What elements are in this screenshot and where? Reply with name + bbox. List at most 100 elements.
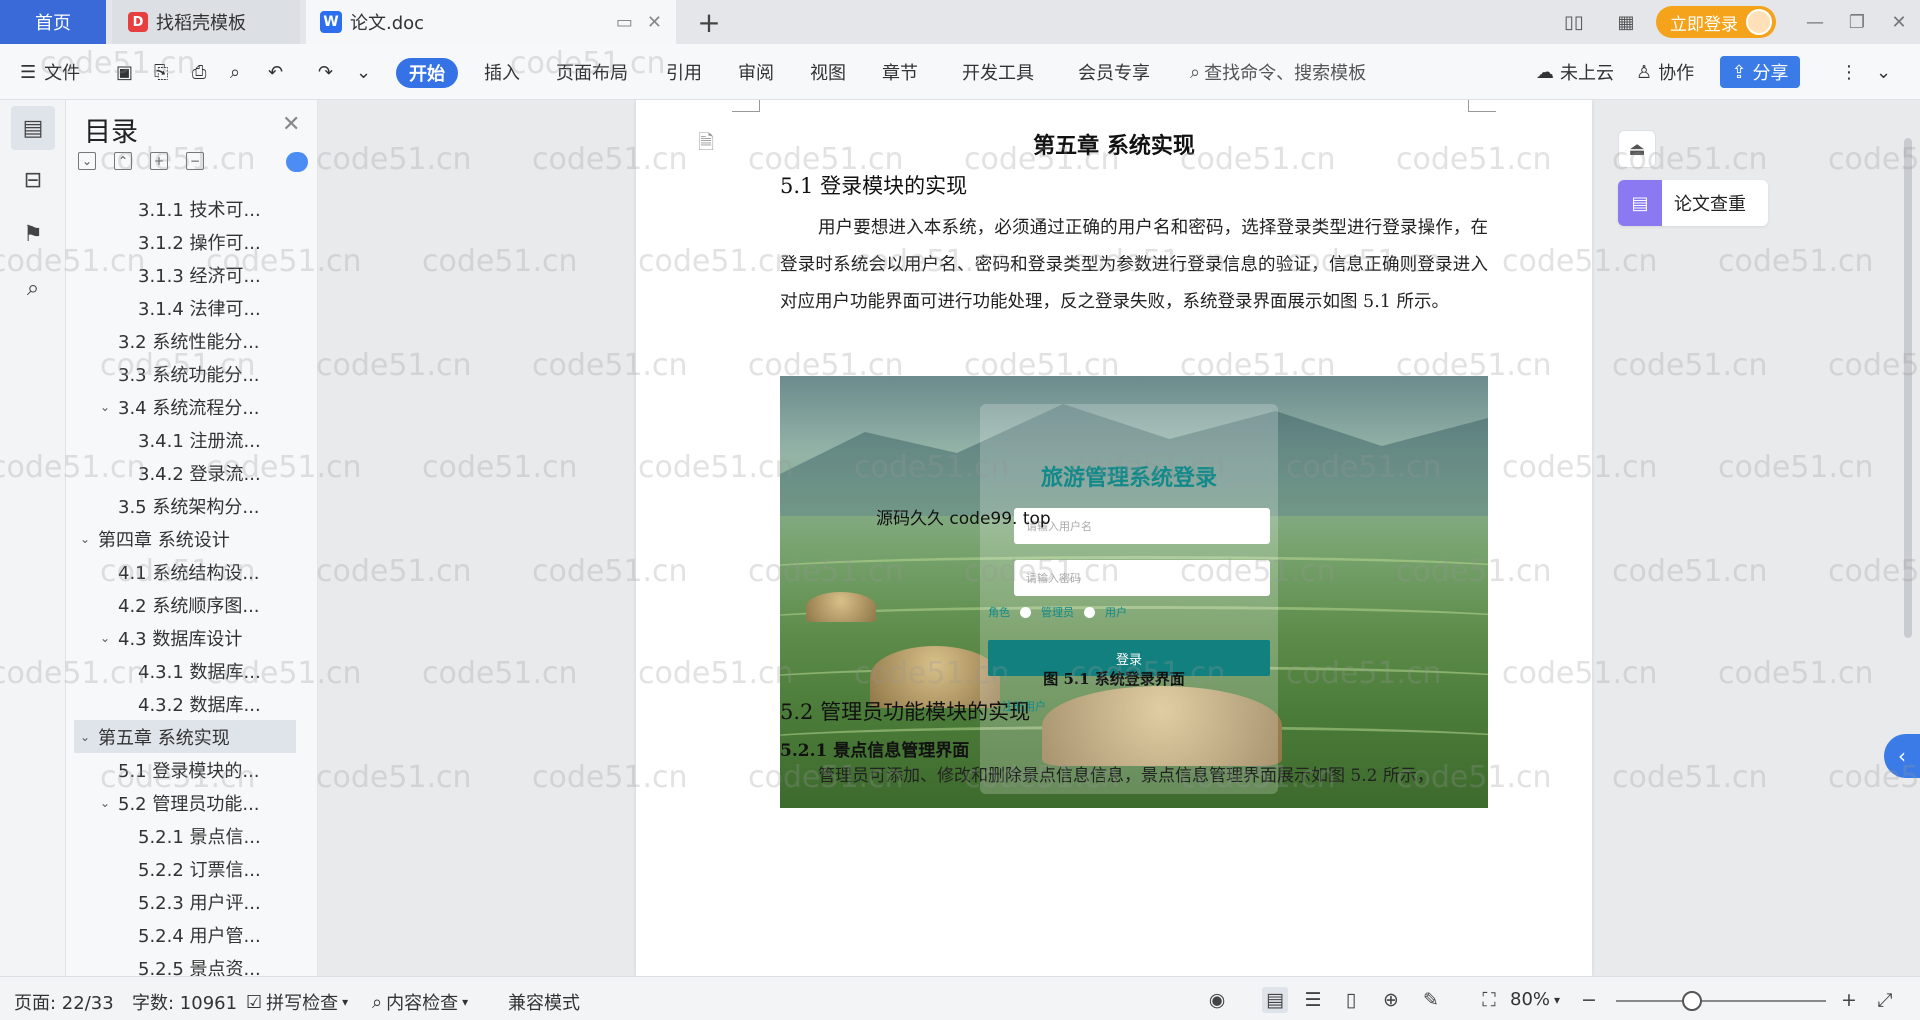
toc-item[interactable]: 5.2.4 用户管... xyxy=(74,918,296,951)
close-window-icon[interactable]: ✕ xyxy=(1884,8,1914,36)
monitor-icon[interactable]: ▭ xyxy=(616,12,633,33)
restore-icon[interactable]: ❐ xyxy=(1842,8,1872,36)
share-button[interactable]: ⇪ 分享 xyxy=(1720,56,1800,88)
zoom-level[interactable]: 80% ▾ xyxy=(1510,989,1560,1010)
menu-view[interactable]: 视图 xyxy=(810,58,846,86)
minimize-icon[interactable]: — xyxy=(1800,8,1830,36)
more-dropdown-icon[interactable]: ⌄ xyxy=(356,58,371,86)
cloud-status[interactable]: ☁ 未上云 xyxy=(1536,58,1614,86)
menu-start[interactable]: 开始 xyxy=(396,58,458,88)
word-count[interactable]: 字数: 10961 xyxy=(132,989,237,1015)
reading-view-icon[interactable]: ▯ xyxy=(1338,987,1364,1013)
export-icon[interactable]: ⎘ xyxy=(154,58,168,86)
menu-page-layout[interactable]: 页面布局 xyxy=(556,58,628,86)
plagiarism-check-button[interactable]: ▤ 论文查重 xyxy=(1618,180,1768,226)
collapse-up-icon[interactable]: ⌃ xyxy=(114,152,132,170)
close-tab-icon[interactable]: ✕ xyxy=(647,12,662,33)
zoom-out-icon[interactable]: − xyxy=(1576,987,1602,1013)
page-indicator[interactable]: 页面: 22/33 xyxy=(14,989,114,1015)
menu-insert[interactable]: 插入 xyxy=(484,58,520,86)
toc-item[interactable]: 3.5 系统架构分... xyxy=(74,489,296,522)
tab-home[interactable]: 首页 xyxy=(0,0,106,44)
toc-item[interactable]: 3.4.2 登录流... xyxy=(74,456,296,489)
toc-item[interactable]: 3.2 系统性能分... xyxy=(74,324,296,357)
more-options-icon[interactable]: ⋮ xyxy=(1840,58,1858,86)
eye-protect-icon[interactable]: ◉ xyxy=(1204,987,1230,1013)
toc-panel-icon[interactable]: ▤ xyxy=(11,106,55,150)
toc-item[interactable]: 3.3 系统功能分... xyxy=(74,357,296,390)
toc-item[interactable]: 3.1.4 法律可... xyxy=(74,291,296,324)
toc-item[interactable]: ⌄ 4.3 数据库设计 xyxy=(74,621,296,654)
chevron-down-icon[interactable]: ⌄ xyxy=(80,532,90,546)
toc-item[interactable]: 4.1 系统结构设... xyxy=(74,555,296,588)
toc-item[interactable]: 5.1 登录模块的... xyxy=(74,753,296,786)
menu-review[interactable]: 审阅 xyxy=(738,58,774,86)
ai-assistant-icon[interactable] xyxy=(286,152,308,172)
toc-item[interactable]: 4.2 系统顺序图... xyxy=(74,588,296,621)
login-label: 立即登录 xyxy=(1670,14,1738,35)
save-icon[interactable]: ▣ xyxy=(116,58,133,86)
collab-button[interactable]: ♙ 协作 xyxy=(1636,58,1694,86)
zoom-slider[interactable] xyxy=(1616,1000,1826,1002)
zoom-slider-handle[interactable] xyxy=(1682,991,1702,1011)
preview-icon[interactable]: ⌕ xyxy=(230,58,240,86)
toc-item[interactable]: 5.2.1 景点信... xyxy=(74,819,296,852)
remove-level-icon[interactable]: − xyxy=(186,152,204,170)
content-check-button[interactable]: ⌕ 内容检查 ▾ xyxy=(372,989,468,1015)
tab-template[interactable]: D 找稻壳模板 xyxy=(112,0,300,44)
chevron-down-icon[interactable]: ⌄ xyxy=(100,400,110,414)
undo-icon[interactable]: ↶ xyxy=(268,58,283,86)
toc-item-label: 3.1.2 操作可... xyxy=(138,232,261,254)
chevron-down-icon[interactable]: ⌄ xyxy=(100,631,110,645)
find-icon[interactable]: ⌕ xyxy=(11,266,55,310)
grid-apps-icon[interactable]: ▦ xyxy=(1612,8,1640,36)
toc-item[interactable]: 4.3.2 数据库... xyxy=(74,687,296,720)
toc-item[interactable]: 3.1.1 技术可... xyxy=(74,192,296,225)
side-expand-tab[interactable]: ‹ xyxy=(1884,734,1920,778)
toc-item[interactable]: 3.1.3 经济可... xyxy=(74,258,296,291)
toc-item[interactable]: 5.2.2 订票信... xyxy=(74,852,296,885)
page-view-icon[interactable]: ▤ xyxy=(1262,987,1288,1013)
vertical-scrollbar[interactable] xyxy=(1904,138,1912,638)
toc-item[interactable]: 3.4.1 注册流... xyxy=(74,423,296,456)
toc-item[interactable]: 4.3.1 数据库... xyxy=(74,654,296,687)
document-page[interactable]: 🗎 第五章 系统实现 5.1 登录模块的实现 用户要想进入本系统，必须通过正确的… xyxy=(636,100,1592,976)
outline-view-icon[interactable]: ☰ xyxy=(1300,987,1326,1013)
title-bar: 首页 D 找稻壳模板 W 论文.doc ▭ ✕ + ▯▯ ▦ 立即登录 — ❐ … xyxy=(0,0,1920,44)
straw-hat-image xyxy=(806,592,876,622)
login-button[interactable]: 立即登录 xyxy=(1656,6,1776,38)
command-search[interactable]: ⌕ 查找命令、搜索模板 xyxy=(1190,58,1366,86)
menu-references[interactable]: 引用 xyxy=(666,58,702,86)
pen-icon[interactable]: ✎ xyxy=(1418,987,1444,1013)
spell-check-button[interactable]: ☑ 拼写检查 ▾ xyxy=(246,989,348,1015)
bookmark-icon[interactable]: ⚑ xyxy=(11,212,55,256)
chevron-down-icon[interactable]: ⌄ xyxy=(80,730,90,744)
toc-item[interactable]: 5.2.3 用户评... xyxy=(74,885,296,918)
toc-item[interactable]: ⌄ 第四章 系统设计 xyxy=(74,522,296,555)
panel-collapse-button[interactable]: ⏏ xyxy=(1618,130,1656,168)
chevron-down-icon[interactable]: ⌄ xyxy=(100,796,110,810)
toc-item[interactable]: ⌄ 第五章 系统实现 xyxy=(74,720,296,753)
layout-icon[interactable]: ▯▯ xyxy=(1560,8,1588,36)
menu-member[interactable]: 会员专享 xyxy=(1078,58,1150,86)
add-level-icon[interactable]: + xyxy=(150,152,168,170)
toc-item[interactable]: ⌄ 5.2 管理员功能... xyxy=(74,786,296,819)
toc-item[interactable]: 3.1.2 操作可... xyxy=(74,225,296,258)
toc-item[interactable]: ⌄ 3.4 系统流程分... xyxy=(74,390,296,423)
web-view-icon[interactable]: ⊕ xyxy=(1378,987,1404,1013)
redo-icon[interactable]: ↷ xyxy=(318,58,333,86)
menu-chapter[interactable]: 章节 xyxy=(882,58,918,86)
expand-down-icon[interactable]: ⌄ xyxy=(78,152,96,170)
tab-document[interactable]: W 论文.doc ▭ ✕ xyxy=(306,0,676,44)
fullscreen-icon[interactable]: ⤢ xyxy=(1872,987,1898,1013)
menu-developer[interactable]: 开发工具 xyxy=(962,58,1034,86)
zoom-in-icon[interactable]: + xyxy=(1836,987,1862,1013)
print-icon[interactable]: ⎙ xyxy=(192,58,206,86)
collapse-ribbon-icon[interactable]: ⌄ xyxy=(1876,58,1891,86)
nav-panel-icon[interactable]: ⊟ xyxy=(11,158,55,202)
new-tab-button[interactable]: + xyxy=(694,0,724,44)
file-menu[interactable]: ☰ 文件 xyxy=(20,58,80,86)
close-icon[interactable]: ✕ xyxy=(282,112,300,137)
fit-page-icon[interactable]: ⛶ xyxy=(1476,987,1502,1013)
toc-item[interactable]: 5.2.5 景点资... xyxy=(74,951,296,977)
